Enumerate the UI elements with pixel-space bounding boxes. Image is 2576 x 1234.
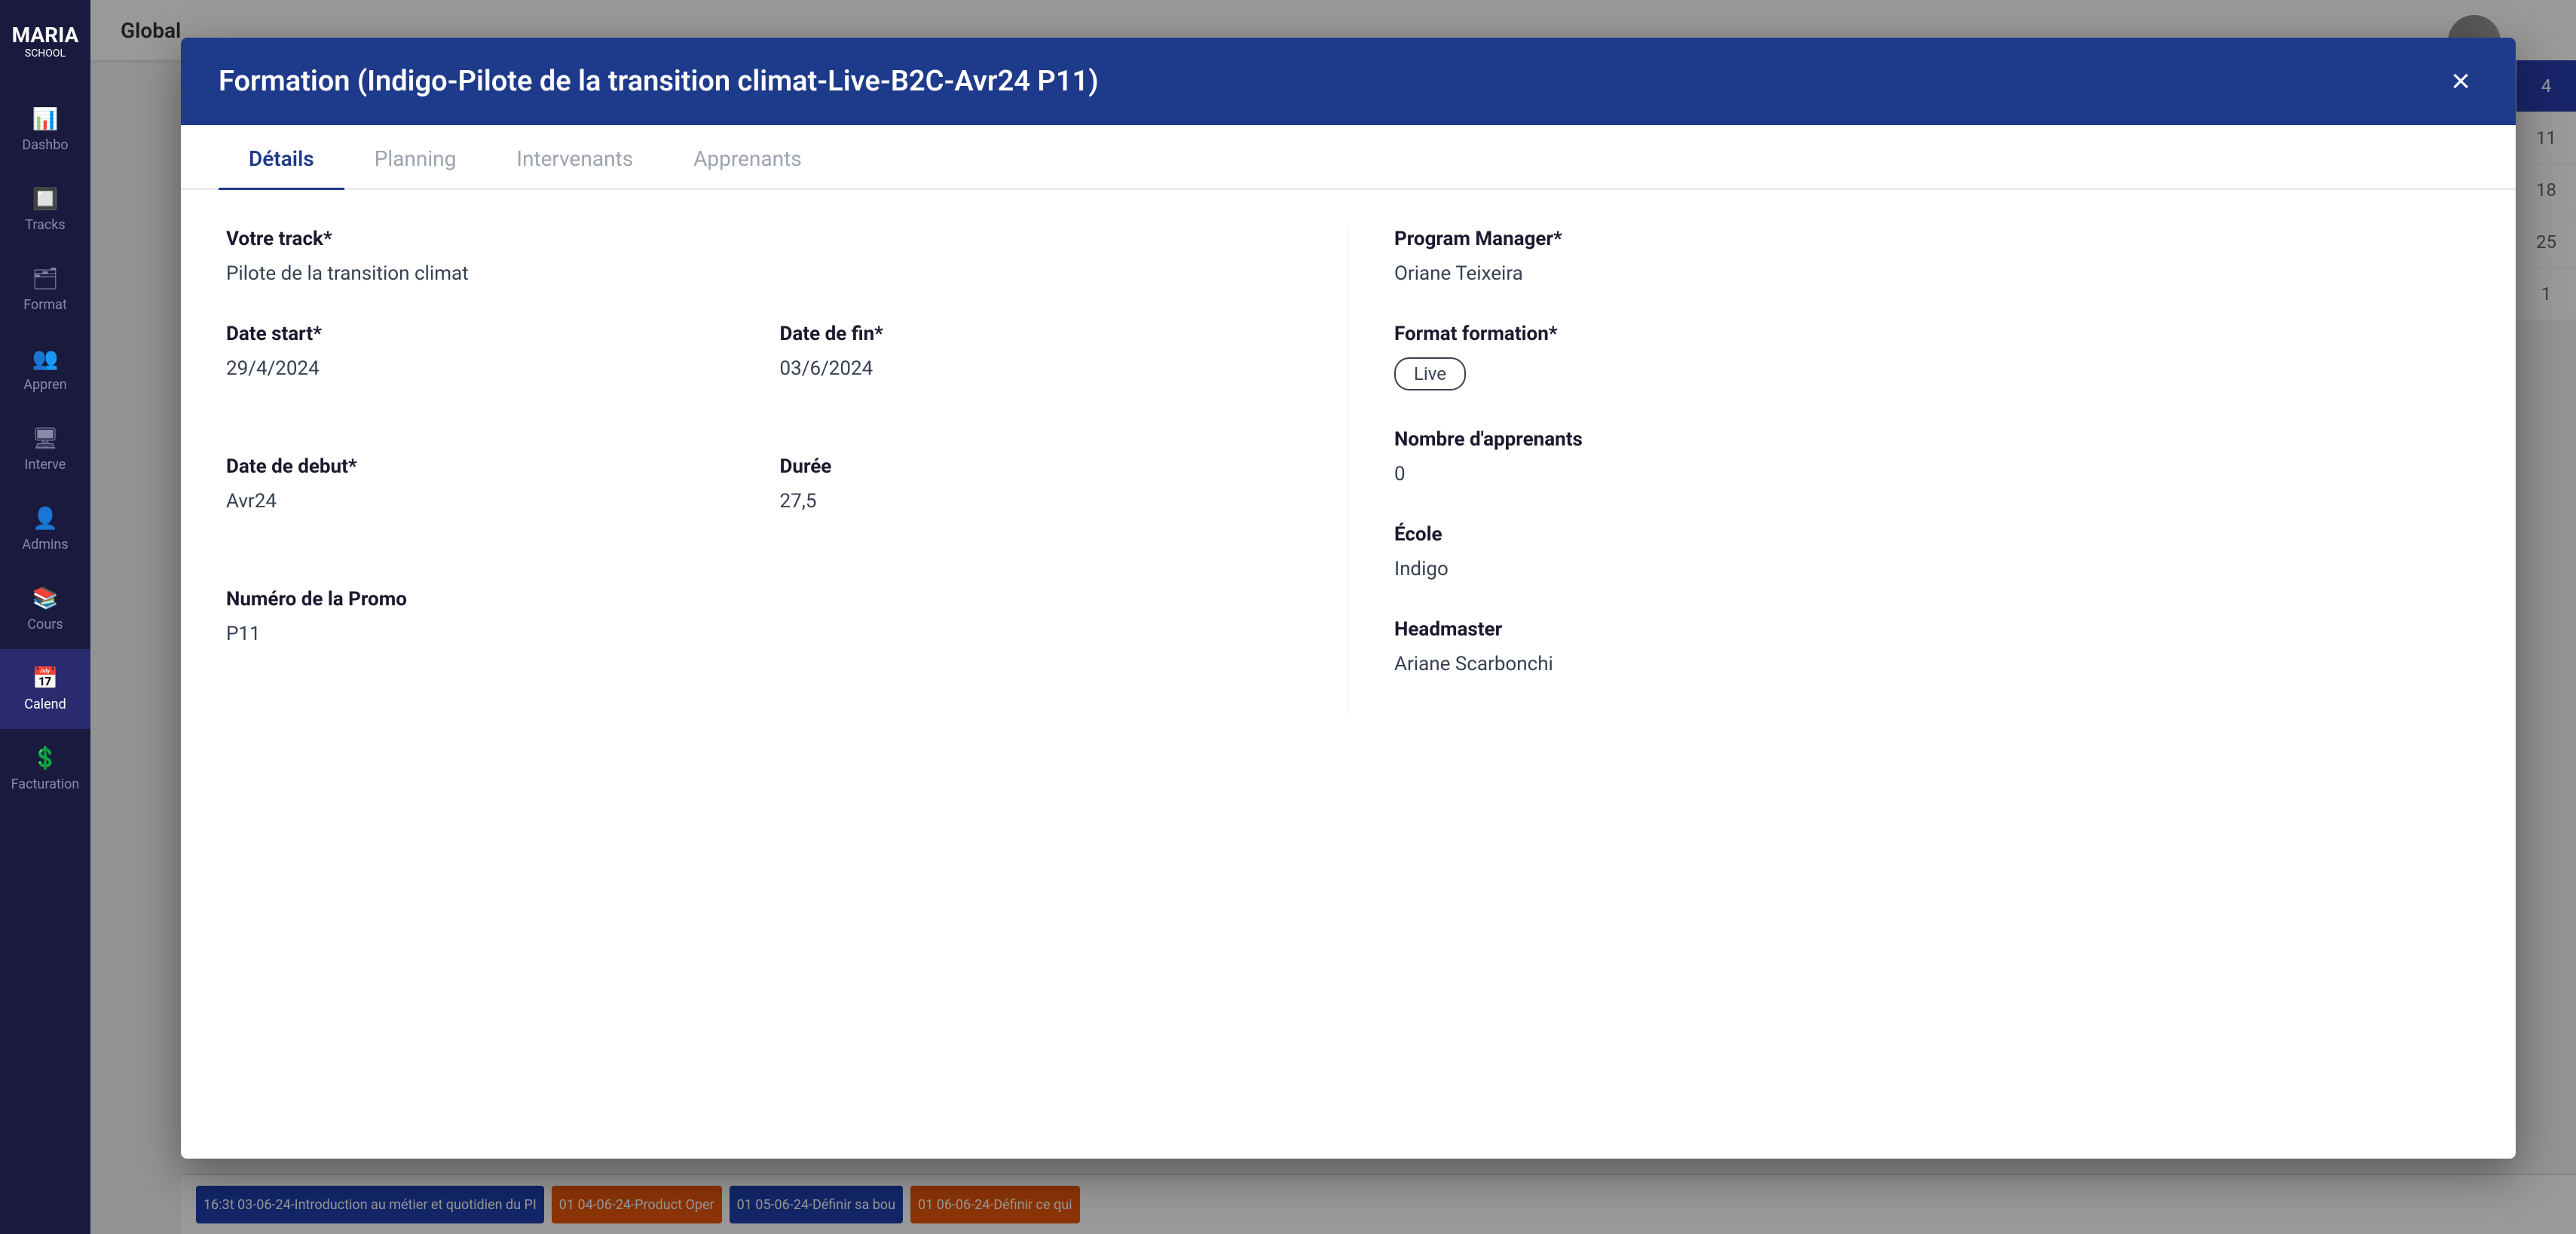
votre-track-label: Votre track*: [226, 228, 1303, 250]
facturation-icon: 💲: [32, 746, 59, 770]
cours-icon: 📚: [32, 586, 59, 611]
field-date-fin: Date de fin* 03/6/2024: [780, 323, 1304, 380]
program-manager-value: Oriane Teixeira: [1394, 262, 2470, 285]
form-left: Votre track* Pilote de la transition cli…: [226, 228, 1348, 713]
form-right: Program Manager* Oriane Teixeira Format …: [1348, 228, 2470, 713]
field-nombre-apprenants: Nombre d'apprenants 0: [1394, 428, 2470, 485]
sidebar-item-label: Tracks: [25, 217, 65, 233]
sidebar-item-label: Admins: [22, 537, 68, 553]
modal-tabs: Détails Planning Intervenants Apprenants: [181, 125, 2516, 190]
sidebar-item-calendar[interactable]: 📅 Calend: [0, 649, 90, 729]
format-formation-value: Live: [1394, 357, 2470, 390]
field-duree: Durée 27,5: [780, 455, 1304, 513]
field-numero-promo: Numéro de la Promo P11: [226, 588, 1303, 645]
sidebar-item-cours[interactable]: 📚 Cours: [0, 569, 90, 649]
sidebar-item-dashboard[interactable]: 📊 Dashbo: [0, 90, 90, 170]
field-program-manager: Program Manager* Oriane Teixeira: [1394, 228, 2470, 285]
tab-apprenants[interactable]: Apprenants: [663, 125, 832, 190]
ecole-value: Indigo: [1394, 558, 2470, 580]
apprenants-icon: 👥: [32, 346, 59, 371]
date-start-value: 29/4/2024: [226, 357, 750, 380]
sidebar-item-label: Calend: [24, 697, 66, 712]
modal-close-button[interactable]: ×: [2443, 65, 2478, 98]
sidebar-item-tracks[interactable]: 🔲 Tracks: [0, 170, 90, 250]
sidebar-item-label: Facturation: [11, 776, 80, 792]
sidebar-item-label: Appren: [23, 377, 66, 393]
app-logo: MARIA SCHOOL: [12, 23, 79, 60]
sidebar-item-label: Cours: [27, 617, 63, 632]
main-content: Global 4 11 18 25 1 16:3t 03-06-: [90, 0, 2576, 1234]
tab-planning[interactable]: Planning: [344, 125, 487, 190]
dates-row-2: Date de debut* Avr24 Durée 27,5: [226, 455, 1303, 550]
field-date-start: Date start* 29/4/2024: [226, 323, 750, 380]
headmaster-value: Ariane Scarbonchi: [1394, 653, 2470, 675]
admins-icon: 👤: [32, 506, 59, 531]
modal-header: Formation (Indigo-Pilote de la transitio…: [181, 38, 2516, 125]
format-icon: 🗂: [32, 266, 59, 291]
calendar-icon: 📅: [32, 666, 59, 690]
numero-promo-value: P11: [226, 623, 1303, 645]
date-start-label: Date start*: [226, 323, 750, 345]
modal-body: Votre track* Pilote de la transition cli…: [181, 190, 2516, 1159]
date-debut-label: Date de debut*: [226, 455, 750, 478]
tab-details[interactable]: Détails: [219, 125, 344, 190]
duree-label: Durée: [780, 455, 1304, 478]
sidebar-item-intervenants[interactable]: 🖥 Interve: [0, 409, 90, 489]
tracks-icon: 🔲: [32, 186, 59, 211]
sidebar-item-format[interactable]: 🗂 Format: [0, 250, 90, 329]
sidebar-item-label: Interve: [25, 457, 66, 473]
votre-track-value: Pilote de la transition climat: [226, 262, 1303, 285]
app-background: MARIA SCHOOL 📊 Dashbo 🔲 Tracks 🗂 Format …: [0, 0, 2576, 1234]
nombre-apprenants-label: Nombre d'apprenants: [1394, 428, 2470, 451]
formation-modal: Formation (Indigo-Pilote de la transitio…: [181, 38, 2516, 1159]
sidebar-item-label: Format: [23, 297, 67, 313]
intervenants-icon: 🖥: [32, 426, 59, 451]
dates-row-1: Date start* 29/4/2024 Date de fin* 03/6/…: [226, 323, 1303, 418]
sidebar-item-apprenants[interactable]: 👥 Appren: [0, 329, 90, 409]
ecole-label: École: [1394, 523, 2470, 546]
field-format-formation: Format formation* Live: [1394, 323, 2470, 390]
field-headmaster: Headmaster Ariane Scarbonchi: [1394, 618, 2470, 675]
program-manager-label: Program Manager*: [1394, 228, 2470, 250]
duree-value: 27,5: [780, 490, 1304, 513]
field-date-debut: Date de debut* Avr24: [226, 455, 750, 513]
sidebar-item-admins[interactable]: 👤 Admins: [0, 489, 90, 569]
headmaster-label: Headmaster: [1394, 618, 2470, 641]
numero-promo-label: Numéro de la Promo: [226, 588, 1303, 611]
field-votre-track: Votre track* Pilote de la transition cli…: [226, 228, 1303, 285]
tab-intervenants[interactable]: Intervenants: [486, 125, 663, 190]
field-ecole: École Indigo: [1394, 523, 2470, 580]
date-fin-label: Date de fin*: [780, 323, 1304, 345]
modal-title: Formation (Indigo-Pilote de la transitio…: [219, 65, 1099, 98]
date-debut-value: Avr24: [226, 490, 750, 513]
dashboard-icon: 📊: [32, 106, 59, 131]
live-badge: Live: [1394, 357, 1466, 390]
nombre-apprenants-value: 0: [1394, 463, 2470, 485]
sidebar-item-facturation[interactable]: 💲 Facturation: [0, 729, 90, 809]
form-section: Votre track* Pilote de la transition cli…: [226, 228, 2470, 713]
sidebar-item-label: Dashbo: [22, 137, 68, 153]
sidebar: MARIA SCHOOL 📊 Dashbo 🔲 Tracks 🗂 Format …: [0, 0, 90, 1234]
date-fin-value: 03/6/2024: [780, 357, 1304, 380]
format-formation-label: Format formation*: [1394, 323, 2470, 345]
